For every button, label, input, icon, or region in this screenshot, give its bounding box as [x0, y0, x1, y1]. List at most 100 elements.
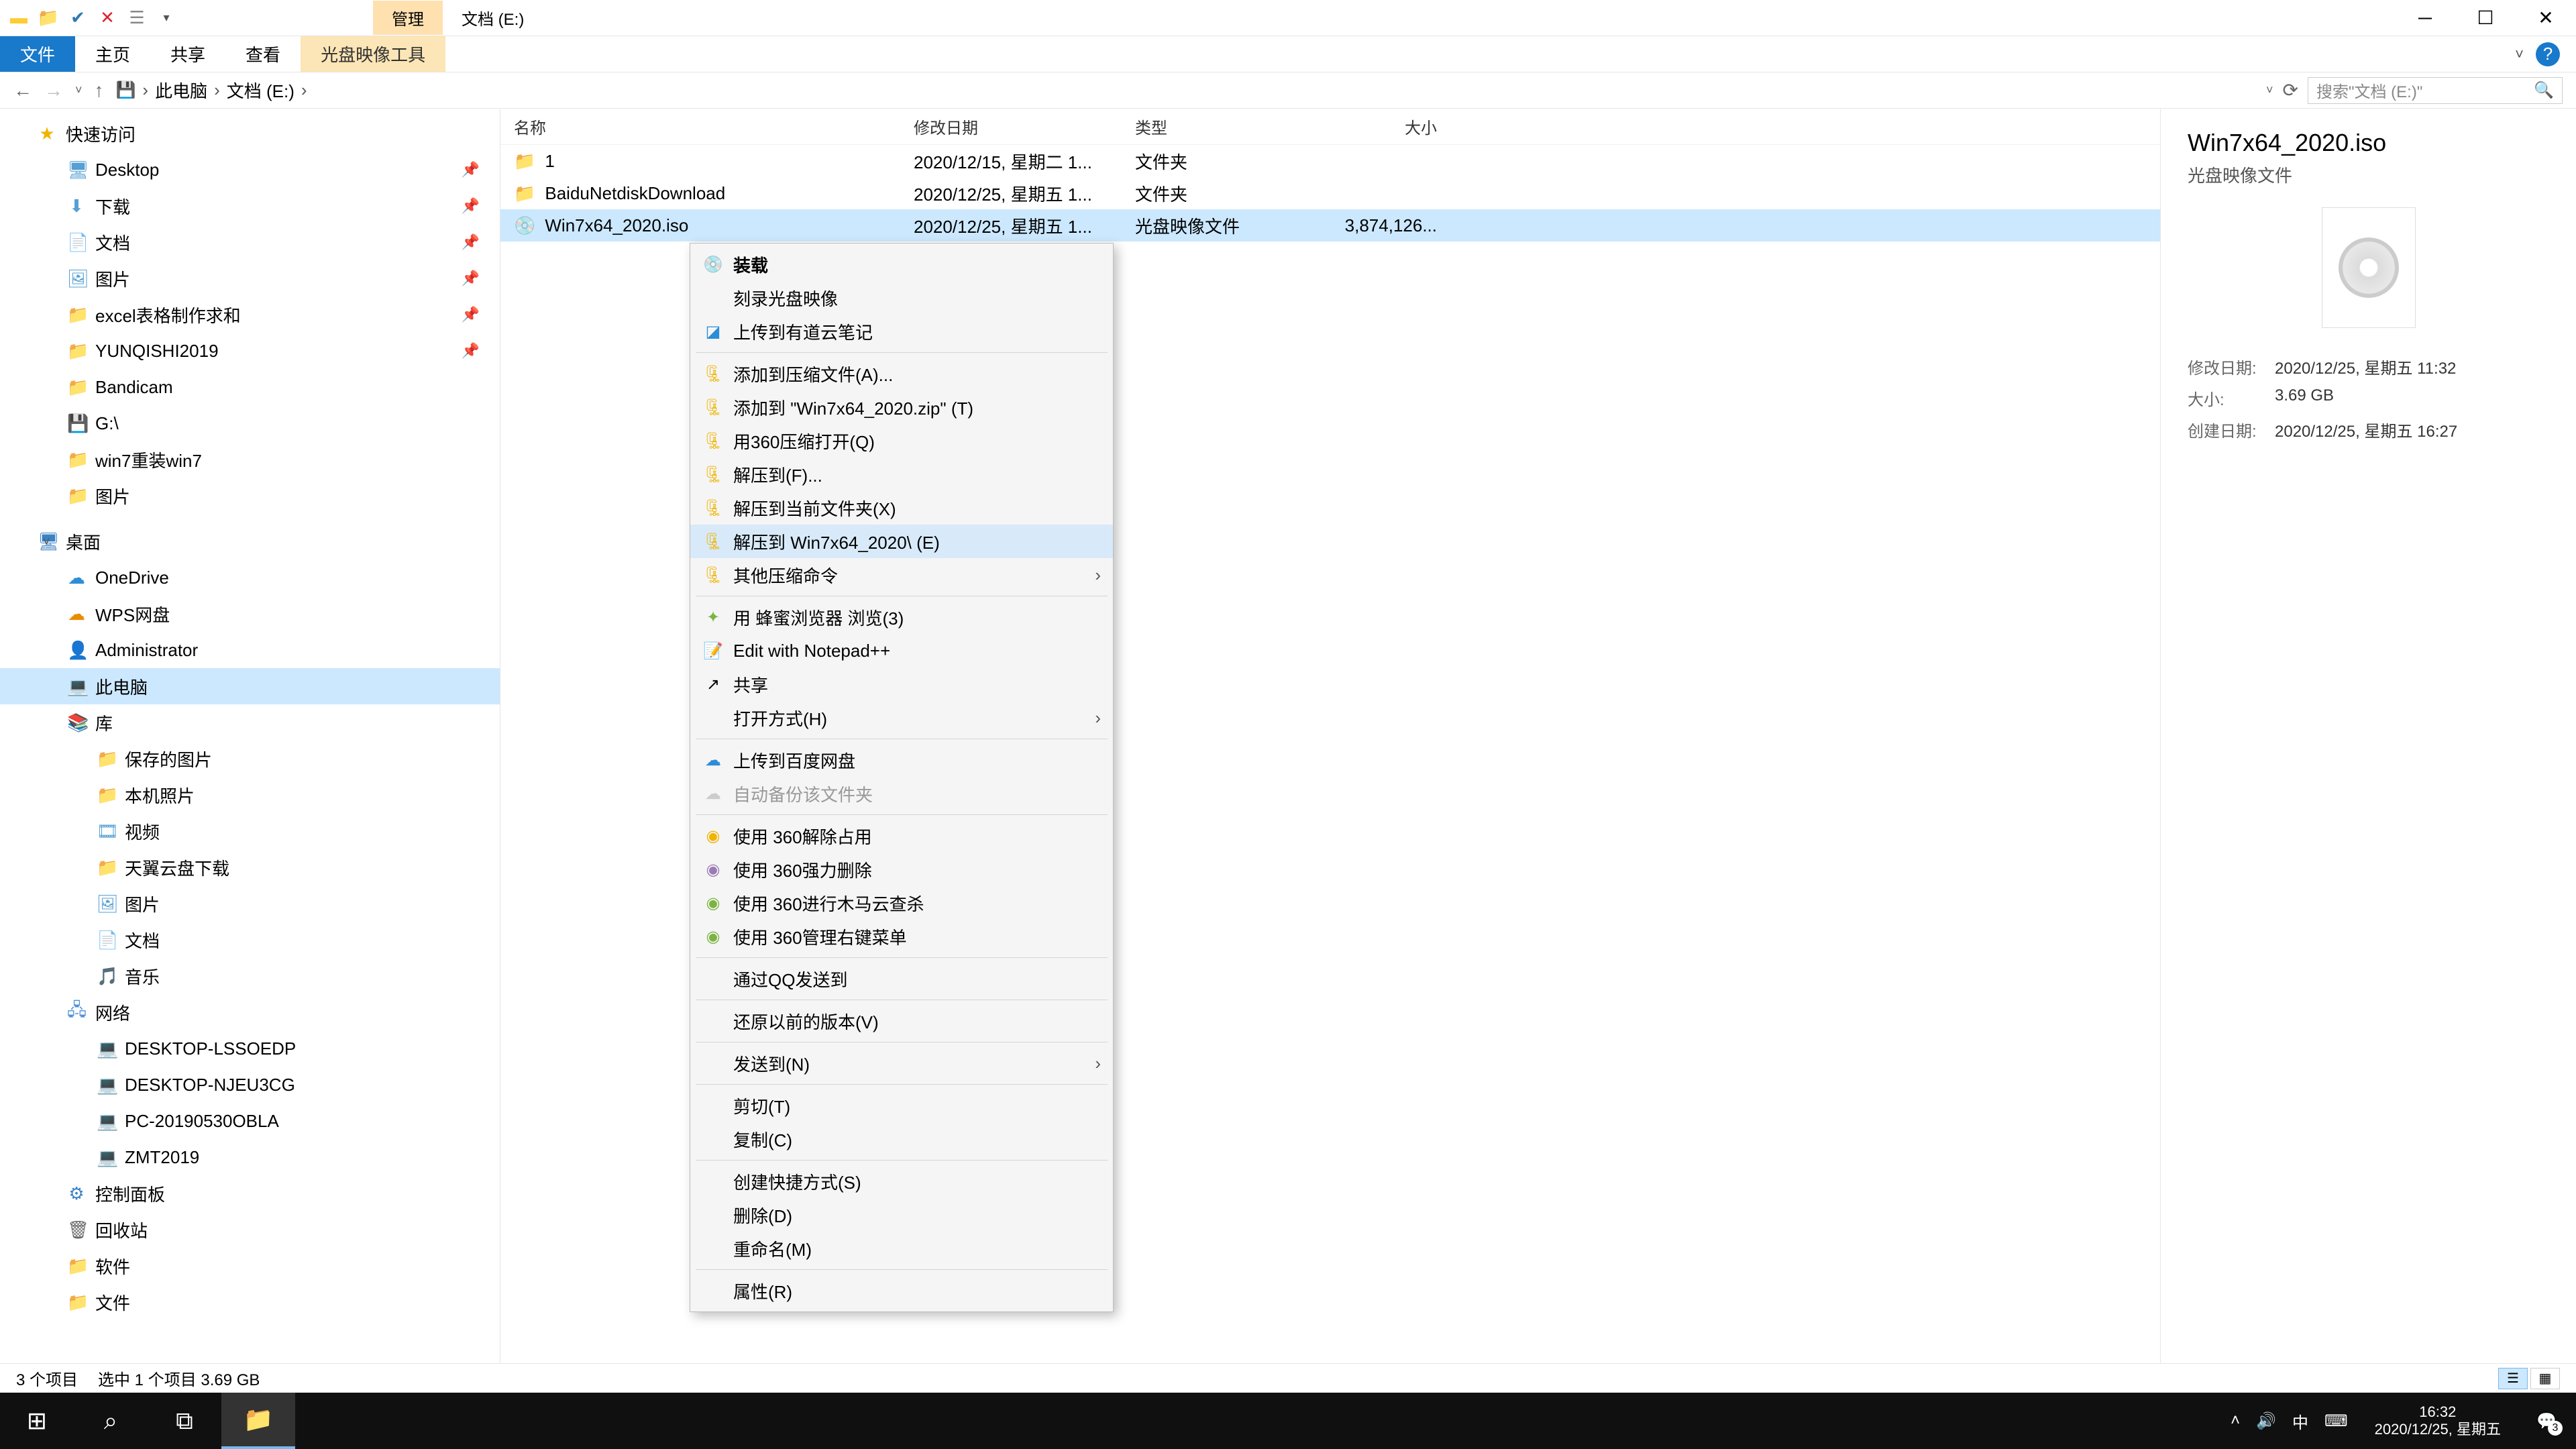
- ctx-360-force-del[interactable]: ◉使用 360强力删除: [690, 853, 1113, 886]
- refresh-button[interactable]: ⟳: [2283, 79, 2298, 101]
- nav-gdrive[interactable]: 💾G:\: [0, 405, 500, 441]
- ribbon-collapse-icon[interactable]: ˅: [2515, 46, 2524, 63]
- ctx-rename[interactable]: 重命名(M): [690, 1232, 1113, 1265]
- col-size[interactable]: 大小: [1309, 115, 1450, 138]
- ctx-shortcut[interactable]: 创建快捷方式(S): [690, 1165, 1113, 1198]
- ime-indicator[interactable]: 中: [2292, 1409, 2308, 1433]
- ime-status-icon[interactable]: ⌨: [2324, 1411, 2348, 1431]
- qat-dropdown-icon[interactable]: ▾: [156, 7, 177, 29]
- ctx-baidu-upload[interactable]: ☁上传到百度网盘: [690, 743, 1113, 777]
- ctx-share[interactable]: ↗共享: [690, 667, 1113, 701]
- ctx-360-unlock[interactable]: ◉使用 360解除占用: [690, 819, 1113, 853]
- ctx-360-trojan[interactable]: ◉使用 360进行木马云查杀: [690, 886, 1113, 920]
- folder-icon[interactable]: 📁: [38, 7, 59, 29]
- ctx-delete[interactable]: 删除(D): [690, 1198, 1113, 1232]
- explorer-taskbar-button[interactable]: 📁: [221, 1393, 295, 1449]
- nav-yunqishi[interactable]: 📁YUNQISHI2019📌: [0, 333, 500, 369]
- ctx-send-to[interactable]: 发送到(N)›: [690, 1046, 1113, 1080]
- nav-pictures2[interactable]: 📁图片: [0, 478, 500, 514]
- ctx-bee-browser[interactable]: ✦用 蜂蜜浏览器 浏览(3): [690, 600, 1113, 634]
- address-dropdown[interactable]: ˅: [2266, 83, 2273, 97]
- ribbon-disc-tool[interactable]: 光盘映像工具: [301, 36, 445, 72]
- ctx-qq-send[interactable]: 通过QQ发送到: [690, 962, 1113, 996]
- nav-quick-access[interactable]: ★快速访问: [0, 115, 500, 152]
- nav-excel[interactable]: 📁excel表格制作求和📌: [0, 297, 500, 333]
- ribbon-view[interactable]: 查看: [225, 36, 301, 72]
- nav-wps[interactable]: ☁WPS网盘: [0, 596, 500, 632]
- ctx-notepad[interactable]: 📝Edit with Notepad++: [690, 634, 1113, 667]
- breadcrumb[interactable]: 💾 › 此电脑 › 文档 (E:) ›: [116, 78, 2255, 103]
- nav-recycle[interactable]: 🗑回收站: [0, 1212, 500, 1248]
- list-item[interactable]: 💿Win7x64_2020.iso 2020/12/25, 星期五 1... 光…: [500, 209, 2160, 241]
- start-button[interactable]: ⊞: [0, 1393, 74, 1449]
- col-name[interactable]: 名称: [500, 115, 900, 138]
- tab-manage[interactable]: 管理: [373, 1, 443, 35]
- nav-onedrive[interactable]: ☁OneDrive: [0, 559, 500, 596]
- props-icon[interactable]: ☰: [126, 7, 148, 29]
- ctx-burn[interactable]: 刻录光盘映像: [690, 281, 1113, 315]
- maximize-button[interactable]: ☐: [2455, 0, 2516, 36]
- help-icon[interactable]: ?: [2536, 42, 2560, 66]
- ribbon-home[interactable]: 主页: [75, 36, 150, 72]
- view-details-button[interactable]: ☰: [2498, 1368, 2528, 1389]
- nav-saved-pics[interactable]: 📁保存的图片: [0, 741, 500, 777]
- view-icons-button[interactable]: ▦: [2530, 1368, 2560, 1389]
- nav-control-panel[interactable]: ⚙控制面板: [0, 1175, 500, 1212]
- list-item[interactable]: 📁1 2020/12/15, 星期二 1... 文件夹: [500, 145, 2160, 177]
- nav-pc1[interactable]: 💻DESKTOP-LSSOEDP: [0, 1030, 500, 1067]
- nav-network[interactable]: 🖧网络: [0, 994, 500, 1030]
- nav-pc4[interactable]: 💻ZMT2019: [0, 1139, 500, 1175]
- nav-documents[interactable]: 📄文档📌: [0, 224, 500, 260]
- ctx-360-rclick[interactable]: ◉使用 360管理右键菜单: [690, 920, 1113, 953]
- nav-pictures[interactable]: 🖼图片📌: [0, 260, 500, 297]
- breadcrumb-this-pc[interactable]: 此电脑: [155, 78, 207, 103]
- ctx-extract-here[interactable]: 🗜解压到当前文件夹(X): [690, 491, 1113, 525]
- nav-pc3[interactable]: 💻PC-20190530OBLA: [0, 1103, 500, 1139]
- up-button[interactable]: ↑: [95, 80, 104, 101]
- action-center-button[interactable]: 💬3: [2528, 1402, 2565, 1440]
- ctx-mount[interactable]: 💿装载: [690, 248, 1113, 281]
- list-item[interactable]: 📁BaiduNetdiskDownload 2020/12/25, 星期五 1.…: [500, 177, 2160, 209]
- ctx-extract-to[interactable]: 🗜解压到(F)...: [690, 458, 1113, 491]
- tray-overflow-icon[interactable]: ˄: [2231, 1411, 2240, 1430]
- check-icon[interactable]: ✔: [67, 7, 89, 29]
- nav-bandicam[interactable]: 📁Bandicam: [0, 369, 500, 405]
- forward-button[interactable]: →: [44, 80, 63, 101]
- clock[interactable]: 16:32 2020/12/25, 星期五: [2364, 1403, 2512, 1439]
- ribbon-file[interactable]: 文件: [0, 36, 75, 72]
- ctx-youdao[interactable]: ◪上传到有道云笔记: [690, 315, 1113, 348]
- nav-desktop[interactable]: 🖥Desktop📌: [0, 152, 500, 188]
- nav-this-pc[interactable]: 💻此电脑: [0, 668, 500, 704]
- ctx-properties[interactable]: 属性(R): [690, 1274, 1113, 1307]
- volume-icon[interactable]: 🔊: [2256, 1411, 2276, 1431]
- nav-pictures-lib[interactable]: 🖼图片: [0, 885, 500, 922]
- nav-downloads[interactable]: ⬇下载📌: [0, 188, 500, 224]
- nav-admin[interactable]: 👤Administrator: [0, 632, 500, 668]
- nav-videos[interactable]: 🎞视频: [0, 813, 500, 849]
- nav-library[interactable]: 📚库: [0, 704, 500, 741]
- nav-tianyi[interactable]: 📁天翼云盘下载: [0, 849, 500, 885]
- task-view-button[interactable]: ⧉: [148, 1393, 221, 1449]
- minimize-button[interactable]: ─: [2395, 0, 2455, 36]
- chevron-right-icon[interactable]: ›: [142, 80, 148, 101]
- ctx-open-360[interactable]: 🗜用360压缩打开(Q): [690, 424, 1113, 458]
- ctx-copy[interactable]: 复制(C): [690, 1122, 1113, 1156]
- nav-files[interactable]: 📁文件: [0, 1284, 500, 1320]
- nav-music[interactable]: 🎵音乐: [0, 958, 500, 994]
- ribbon-share[interactable]: 共享: [150, 36, 225, 72]
- col-type[interactable]: 类型: [1122, 115, 1309, 138]
- search-input[interactable]: 搜索"文档 (E:)" 🔍: [2308, 77, 2563, 104]
- nav-desktop-section[interactable]: ˅🖥桌面: [0, 523, 500, 559]
- close-button[interactable]: ✕: [2516, 0, 2576, 36]
- ctx-add-archive[interactable]: 🗜添加到压缩文件(A)...: [690, 357, 1113, 390]
- ctx-other-compress[interactable]: 🗜其他压缩命令›: [690, 558, 1113, 592]
- ctx-add-zip[interactable]: 🗜添加到 "Win7x64_2020.zip" (T): [690, 390, 1113, 424]
- col-date[interactable]: 修改日期: [900, 115, 1122, 138]
- chevron-right-icon[interactable]: ›: [214, 80, 220, 101]
- back-button[interactable]: ←: [13, 80, 32, 101]
- breadcrumb-drive[interactable]: 文档 (E:): [227, 78, 294, 103]
- nav-software[interactable]: 📁软件: [0, 1248, 500, 1284]
- ctx-extract-named[interactable]: 🗜解压到 Win7x64_2020\ (E): [690, 525, 1113, 558]
- chevron-down-icon[interactable]: ˅: [43, 535, 50, 549]
- nav-local-photos[interactable]: 📁本机照片: [0, 777, 500, 813]
